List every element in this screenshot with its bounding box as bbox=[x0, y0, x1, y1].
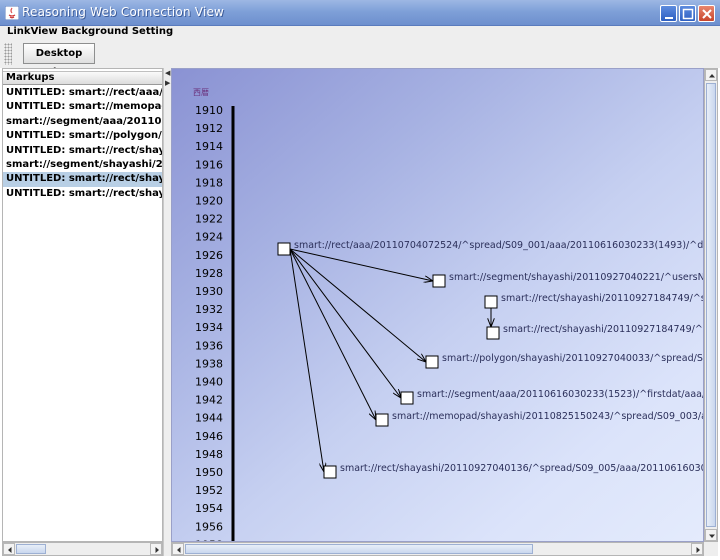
year-label: 1938 bbox=[195, 357, 223, 370]
year-label: 1940 bbox=[195, 376, 223, 389]
expand-right-icon[interactable]: ▶ bbox=[165, 80, 170, 87]
graph-node-label[interactable]: smart://memopad/shayashi/20110825150243/… bbox=[392, 411, 704, 422]
year-label: 1920 bbox=[195, 195, 223, 208]
year-label: 1936 bbox=[195, 339, 223, 352]
graph-horizontal-scrollbar[interactable] bbox=[171, 542, 704, 556]
markup-list-item[interactable]: UNTITLED: smart://rect/aaa/2011070 bbox=[3, 86, 162, 100]
arrow-left-icon bbox=[177, 547, 181, 553]
connection-edge bbox=[289, 248, 433, 281]
toolbar-grip[interactable] bbox=[4, 43, 12, 65]
graph-node-label[interactable]: smart://rect/shayashi/20110927184749/^sp… bbox=[503, 324, 704, 335]
year-label: 1934 bbox=[195, 321, 223, 334]
connection-edge bbox=[289, 248, 426, 362]
connection-edge bbox=[289, 248, 401, 398]
arrow-right-icon bbox=[155, 547, 159, 553]
year-label: 1916 bbox=[195, 158, 223, 171]
markup-list-item[interactable]: smart://segment/aaa/2011061603 bbox=[3, 115, 162, 129]
maximize-icon bbox=[682, 8, 694, 20]
markups-column-header[interactable]: Markups bbox=[3, 71, 162, 85]
year-label: 1954 bbox=[195, 502, 223, 515]
markup-list-item[interactable]: UNTITLED: smart://memopad/shaya bbox=[3, 100, 162, 114]
minimize-button[interactable] bbox=[660, 5, 677, 22]
connection-graph-canvas[interactable]: 西暦 1910 1912 1914 1916 1918 1920 1922 1924 1926 19… bbox=[171, 68, 704, 542]
graph-node-label[interactable]: smart://rect/aaa/20110704072524/^spread/… bbox=[294, 240, 704, 251]
arrow-right-icon bbox=[696, 547, 700, 553]
menu-bar: LinkView Background Setting bbox=[0, 26, 720, 40]
markup-list-item[interactable]: UNTITLED: smart://rect/shayashi/20 bbox=[3, 144, 162, 158]
split-pane-divider[interactable]: ◀ ▶ bbox=[163, 68, 171, 556]
graph-node[interactable] bbox=[277, 242, 291, 256]
graph-node-label[interactable]: smart://segment/aaa/20110616030233(1523)… bbox=[417, 389, 704, 400]
year-label: 1928 bbox=[195, 267, 223, 280]
markup-list-item[interactable]: UNTITLED: smart://polygon/shayash bbox=[3, 129, 162, 143]
graph-node[interactable] bbox=[400, 391, 414, 405]
scroll-down-button[interactable] bbox=[705, 529, 717, 541]
markups-list-pane: Markups UNTITLED: smart://rect/aaa/20110… bbox=[2, 68, 163, 542]
year-label: 1942 bbox=[195, 394, 223, 407]
year-label: 1912 bbox=[195, 122, 223, 135]
year-label: 1950 bbox=[195, 466, 223, 479]
graph-node[interactable] bbox=[375, 413, 389, 427]
title-bar: Reasoning Web Connection View bbox=[0, 0, 720, 26]
graph-node[interactable] bbox=[484, 295, 498, 309]
connection-graph: 西暦 1910 1912 1914 1916 1918 1920 1922 1924 1926 19… bbox=[193, 88, 704, 541]
scroll-up-button[interactable] bbox=[705, 69, 717, 81]
java-app-icon bbox=[5, 6, 19, 20]
era-label: 西暦 bbox=[193, 88, 209, 97]
markup-list-item[interactable]: UNTITLED: smart://rect/shayashi/20 bbox=[3, 187, 162, 201]
scroll-right-button[interactable] bbox=[150, 543, 162, 555]
graph-vertical-scrollbar[interactable] bbox=[704, 68, 718, 542]
graph-node[interactable] bbox=[323, 465, 337, 479]
year-label: 1910 bbox=[195, 104, 223, 117]
year-label: 1952 bbox=[195, 484, 223, 497]
vertical-scrollbar-thumb[interactable] bbox=[706, 83, 716, 527]
toolbar: Desktop View bbox=[0, 40, 720, 78]
year-label: 1918 bbox=[195, 176, 223, 189]
close-button[interactable] bbox=[698, 5, 715, 22]
year-label: 1924 bbox=[195, 231, 223, 244]
year-label: 1944 bbox=[195, 412, 223, 425]
graph-scroll-left-button[interactable] bbox=[172, 543, 184, 555]
horizontal-scrollbar-thumb[interactable] bbox=[185, 544, 533, 554]
close-icon bbox=[702, 9, 712, 19]
graph-node-label[interactable]: smart://rect/shayashi/20110927184749/^sp… bbox=[501, 293, 704, 304]
markup-list-item[interactable]: smart://segment/shayashi/201109 bbox=[3, 158, 162, 172]
graph-node-label[interactable]: smart://rect/shayashi/20110927040136/^sp… bbox=[340, 463, 704, 474]
markup-list-item[interactable]: UNTITLED: smart://rect/shayashi/20 bbox=[3, 172, 162, 187]
markups-list: UNTITLED: smart://rect/aaa/2011070UNTITL… bbox=[3, 86, 162, 201]
maximize-button[interactable] bbox=[679, 5, 696, 22]
collapse-left-icon[interactable]: ◀ bbox=[165, 70, 170, 77]
desktop-view-button[interactable]: Desktop View bbox=[23, 43, 95, 78]
year-label: 1922 bbox=[195, 213, 223, 226]
menu-linkview-background-setting[interactable]: LinkView Background Setting bbox=[7, 26, 173, 37]
year-label: 1930 bbox=[195, 285, 223, 298]
scrollbar-thumb[interactable] bbox=[16, 544, 46, 554]
graph-scroll-right-button[interactable] bbox=[691, 543, 703, 555]
year-label: 1956 bbox=[195, 520, 223, 533]
scrollbar-corner bbox=[704, 542, 718, 556]
window-title: Reasoning Web Connection View bbox=[22, 5, 225, 19]
year-label: 1948 bbox=[195, 448, 223, 461]
scroll-left-button[interactable] bbox=[3, 543, 15, 555]
year-label: 1946 bbox=[195, 430, 223, 443]
arrow-down-icon bbox=[709, 534, 715, 538]
graph-node[interactable] bbox=[425, 355, 439, 369]
arrow-left-icon bbox=[8, 547, 12, 553]
arrow-up-icon bbox=[709, 74, 715, 78]
year-label: 1926 bbox=[195, 249, 223, 262]
minimize-icon bbox=[665, 17, 673, 19]
year-label: 1932 bbox=[195, 303, 223, 316]
year-label: 1914 bbox=[195, 140, 223, 153]
markups-horizontal-scrollbar[interactable] bbox=[2, 542, 163, 556]
graph-node[interactable] bbox=[432, 274, 446, 288]
graph-node-label[interactable]: smart://segment/shayashi/20110927040221/… bbox=[449, 272, 704, 283]
graph-node[interactable] bbox=[486, 326, 500, 340]
graph-node-label[interactable]: smart://polygon/shayashi/20110927040033/… bbox=[442, 353, 704, 364]
